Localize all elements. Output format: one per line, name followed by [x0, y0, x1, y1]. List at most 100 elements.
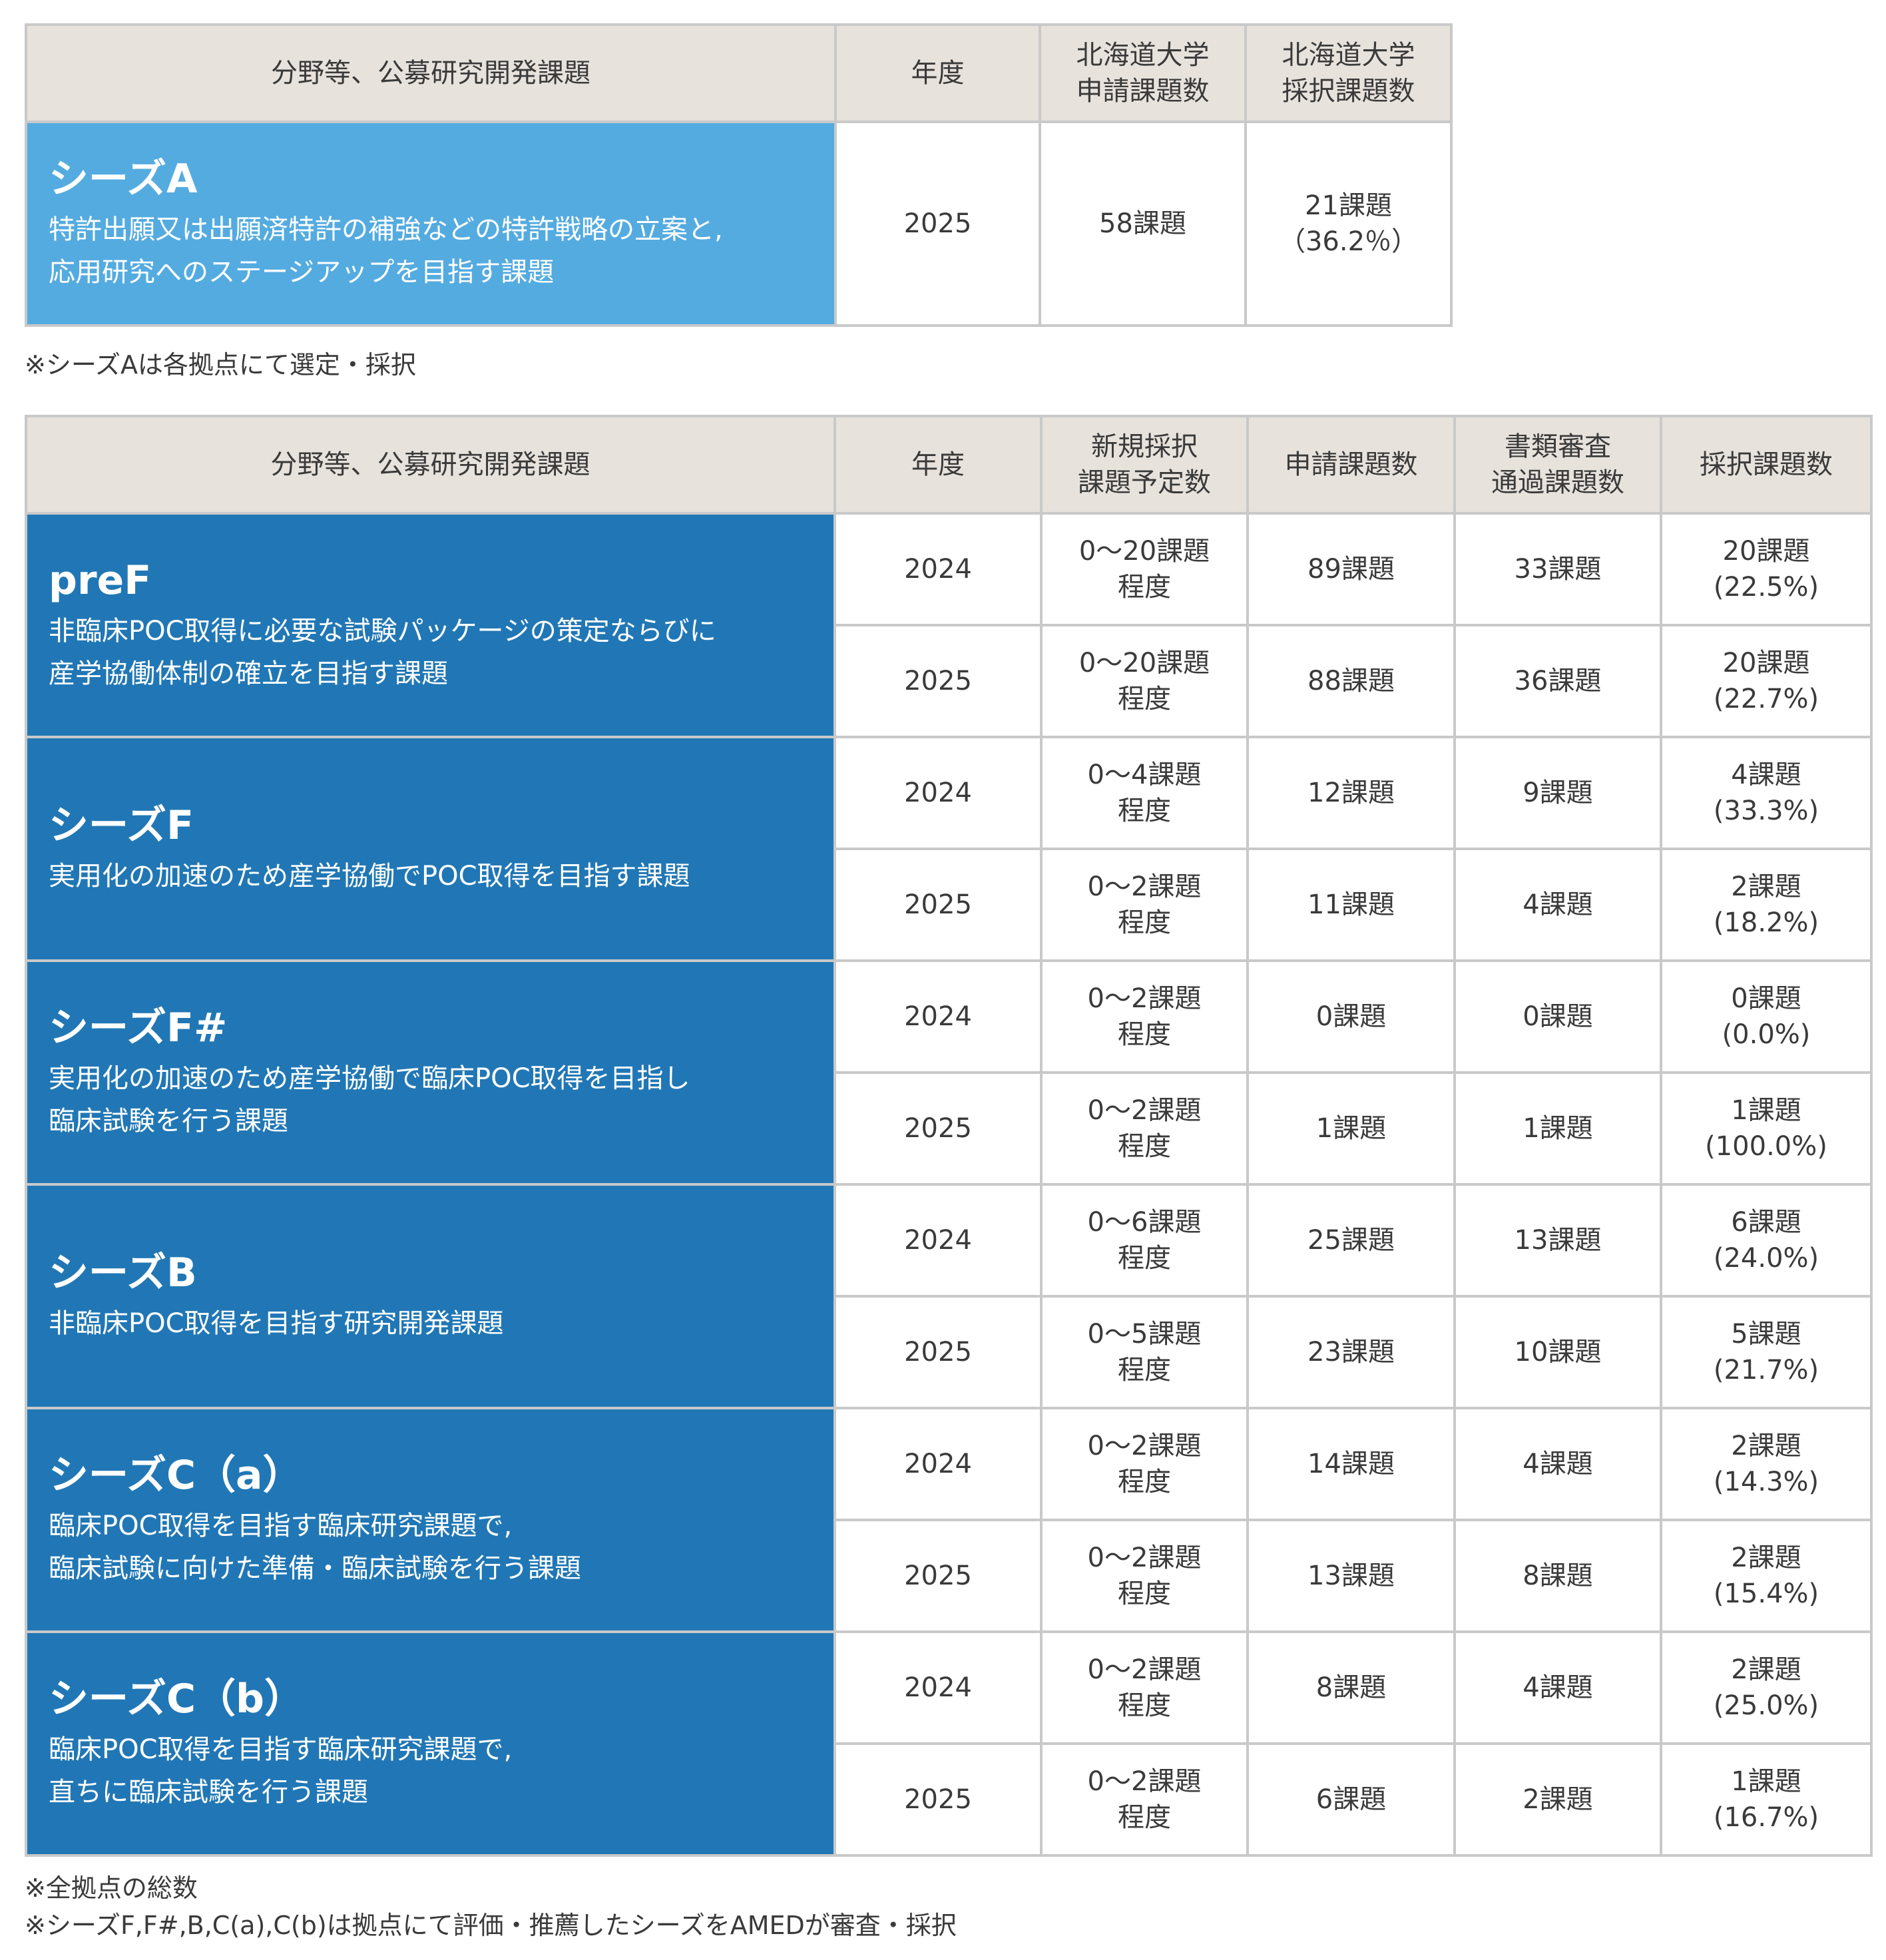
- planned-cell: 0～2課題 程度: [1040, 848, 1249, 962]
- year-cell: 2024: [833, 1183, 1043, 1298]
- passed-cell: 4課題: [1453, 848, 1662, 962]
- passed-cell: 36課題: [1453, 624, 1662, 738]
- adopted-cell: 2課題 (18.2%): [1660, 848, 1873, 962]
- category-cell: シーズC（b） 臨床POC取得を目指す臨床研究課題で, 直ちに臨床試験を行う課題: [25, 1630, 836, 1857]
- applied-cell: 23課題: [1246, 1295, 1456, 1409]
- table-row: シーズA 特許出願又は出願済特許の補強などの特許戦略の立案と, 応用研究へのステ…: [25, 121, 1453, 327]
- passed-cell: 4課題: [1453, 1630, 1662, 1745]
- planned-cell: 0～2課題 程度: [1040, 1519, 1249, 1633]
- category-cell: シーズA 特許出願又は出願済特許の補強などの特許戦略の立案と, 応用研究へのステ…: [25, 121, 837, 327]
- category-description: 非臨床POC取得を目指す研究開発課題: [49, 1308, 504, 1339]
- header-passed: 書類審査 通過課題数: [1453, 415, 1662, 515]
- applied-cell: 12課題: [1246, 736, 1456, 850]
- note-amed: ※シーズF,F#,B,C(a),C(b)は拠点にて評価・推薦したシーズをAMED…: [25, 1911, 957, 1940]
- category-title: シーズA: [49, 156, 198, 202]
- planned-cell: 0～5課題 程度: [1040, 1295, 1249, 1409]
- year-cell: 2024: [833, 1407, 1043, 1521]
- category-cell: シーズF 実用化の加速のため産学協働でPOC取得を目指す課題: [25, 736, 836, 962]
- category-title: シーズF#: [49, 1005, 228, 1051]
- passed-cell: 33課題: [1453, 512, 1662, 626]
- applied-cell: 58課題: [1039, 121, 1247, 327]
- applied-cell: 6課題: [1246, 1742, 1456, 1857]
- header-hokudai-applied: 北海道大学 申請課題数: [1039, 23, 1247, 123]
- category-title: シーズC（b）: [49, 1676, 304, 1722]
- year-cell: 2025: [833, 624, 1043, 738]
- passed-cell: 10課題: [1453, 1295, 1662, 1409]
- category-description: 臨床POC取得を目指す臨床研究課題で, 臨床試験に向けた準備・臨床試験を行う課題: [49, 1511, 581, 1584]
- category-description: 実用化の加速のため産学協働で臨床POC取得を目指し 臨床試験を行う課題: [49, 1063, 690, 1136]
- category-description: 実用化の加速のため産学協働でPOC取得を目指す課題: [49, 861, 690, 891]
- planned-cell: 0～20課題 程度: [1040, 624, 1249, 738]
- passed-cell: 9課題: [1453, 736, 1662, 850]
- adopted-cell: 2課題 (25.0%): [1660, 1630, 1873, 1745]
- adopted-cell: 20課題 (22.5%): [1660, 512, 1873, 626]
- table-row: シーズC（b） 臨床POC取得を目指す臨床研究課題で, 直ちに臨床試験を行う課題 2…: [25, 1630, 1873, 1857]
- year-cell: 2025: [833, 1295, 1043, 1409]
- category-title: シーズF: [49, 802, 194, 849]
- category-cell: シーズC（a） 臨床POC取得を目指す臨床研究課題で, 臨床試験に向けた準備・臨床…: [25, 1407, 836, 1633]
- seeds-notes: ※全拠点の総数 ※シーズF,F#,B,C(a),C(b)は拠点にて評価・推薦した…: [25, 1869, 957, 1944]
- planned-cell: 0～4課題 程度: [1040, 736, 1249, 850]
- header-hokudai-adopted: 北海道大学 採択課題数: [1244, 23, 1453, 123]
- passed-cell: 8課題: [1453, 1519, 1662, 1633]
- category-description: 特許出願又は出願済特許の補強などの特許戦略の立案と, 応用研究へのステージアップ…: [49, 214, 723, 288]
- table-header-row: 分野等、公募研究開発課題 年度 新規採択 課題予定数 申請課題数 書類審査 通過…: [25, 415, 1873, 515]
- year-cell: 2025: [833, 848, 1043, 962]
- applied-cell: 11課題: [1246, 848, 1456, 962]
- year-cell: 2024: [833, 1630, 1043, 1745]
- table-row: シーズF# 実用化の加速のため産学協働で臨床POC取得を目指し 臨床試験を行う課題…: [25, 959, 1873, 1186]
- category-title: シーズB: [49, 1250, 197, 1296]
- year-cell: 2025: [833, 1071, 1043, 1186]
- planned-cell: 0～2課題 程度: [1040, 959, 1249, 1074]
- note-total: ※全拠点の総数: [25, 1873, 198, 1903]
- category-description: 非臨床POC取得に必要な試験パッケージの策定ならびに 産学協働体制の確立を目指す…: [49, 616, 716, 689]
- year-cell: 2024: [833, 736, 1043, 850]
- category-cell: preF 非臨床POC取得に必要な試験パッケージの策定ならびに 産学協働体制の確立…: [25, 512, 836, 738]
- applied-cell: 14課題: [1246, 1407, 1456, 1521]
- applied-cell: 0課題: [1246, 959, 1456, 1074]
- adopted-cell: 21課題 （36.2％）: [1244, 121, 1453, 327]
- year-cell: 2025: [834, 121, 1041, 327]
- adopted-cell: 4課題 (33.3%): [1660, 736, 1873, 850]
- adopted-cell: 20課題 (22.7%): [1660, 624, 1873, 738]
- seeds-a-note: ※シーズAは各拠点にて選定・採択: [25, 350, 416, 379]
- planned-cell: 0～2課題 程度: [1040, 1630, 1249, 1745]
- seeds-table: 分野等、公募研究開発課題 年度 新規採択 課題予定数 申請課題数 書類審査 通過…: [25, 415, 1873, 1857]
- planned-cell: 0～2課題 程度: [1040, 1407, 1249, 1521]
- table-row: シーズB 非臨床POC取得を目指す研究開発課題 2024 0～6課題 程度 25課題 13…: [25, 1183, 1873, 1409]
- passed-cell: 0課題: [1453, 959, 1662, 1074]
- header-applied: 申請課題数: [1246, 415, 1456, 515]
- year-cell: 2025: [833, 1742, 1043, 1857]
- year-cell: 2025: [833, 1519, 1043, 1633]
- adopted-cell: 0課題 (0.0%): [1660, 959, 1873, 1074]
- header-year: 年度: [833, 415, 1043, 515]
- passed-cell: 1課題: [1453, 1071, 1662, 1186]
- applied-cell: 1課題: [1246, 1071, 1456, 1186]
- applied-cell: 88課題: [1246, 624, 1456, 738]
- year-cell: 2024: [833, 512, 1043, 626]
- seeds-a-table: 分野等、公募研究開発課題 年度 北海道大学 申請課題数 北海道大学 採択課題数 …: [25, 23, 1453, 327]
- header-adopted: 採択課題数: [1660, 415, 1873, 515]
- category-cell: シーズF# 実用化の加速のため産学協働で臨床POC取得を目指し 臨床試験を行う課題: [25, 959, 836, 1186]
- planned-cell: 0～20課題 程度: [1040, 512, 1249, 626]
- header-year: 年度: [834, 23, 1041, 123]
- header-category: 分野等、公募研究開発課題: [25, 23, 837, 123]
- header-category: 分野等、公募研究開発課題: [25, 415, 836, 515]
- adopted-cell: 2課題 (15.4%): [1660, 1519, 1873, 1633]
- table-row: preF 非臨床POC取得に必要な試験パッケージの策定ならびに 産学協働体制の確立…: [25, 512, 1873, 738]
- adopted-cell: 1課題 (16.7%): [1660, 1742, 1873, 1857]
- planned-cell: 0～6課題 程度: [1040, 1183, 1249, 1298]
- applied-cell: 8課題: [1246, 1630, 1456, 1745]
- year-cell: 2024: [833, 959, 1043, 1074]
- category-cell: シーズB 非臨床POC取得を目指す研究開発課題: [25, 1183, 836, 1409]
- passed-cell: 4課題: [1453, 1407, 1662, 1521]
- header-planned: 新規採択 課題予定数: [1040, 415, 1249, 515]
- category-title: シーズC（a）: [49, 1452, 303, 1499]
- applied-cell: 89課題: [1246, 512, 1456, 626]
- category-title: preF: [49, 557, 152, 604]
- table-header-row: 分野等、公募研究開発課題 年度 北海道大学 申請課題数 北海道大学 採択課題数: [25, 23, 1453, 123]
- passed-cell: 2課題: [1453, 1742, 1662, 1857]
- planned-cell: 0～2課題 程度: [1040, 1071, 1249, 1186]
- table-row: シーズF 実用化の加速のため産学協働でPOC取得を目指す課題 2024 0～4課題 程…: [25, 736, 1873, 962]
- applied-cell: 25課題: [1246, 1183, 1456, 1298]
